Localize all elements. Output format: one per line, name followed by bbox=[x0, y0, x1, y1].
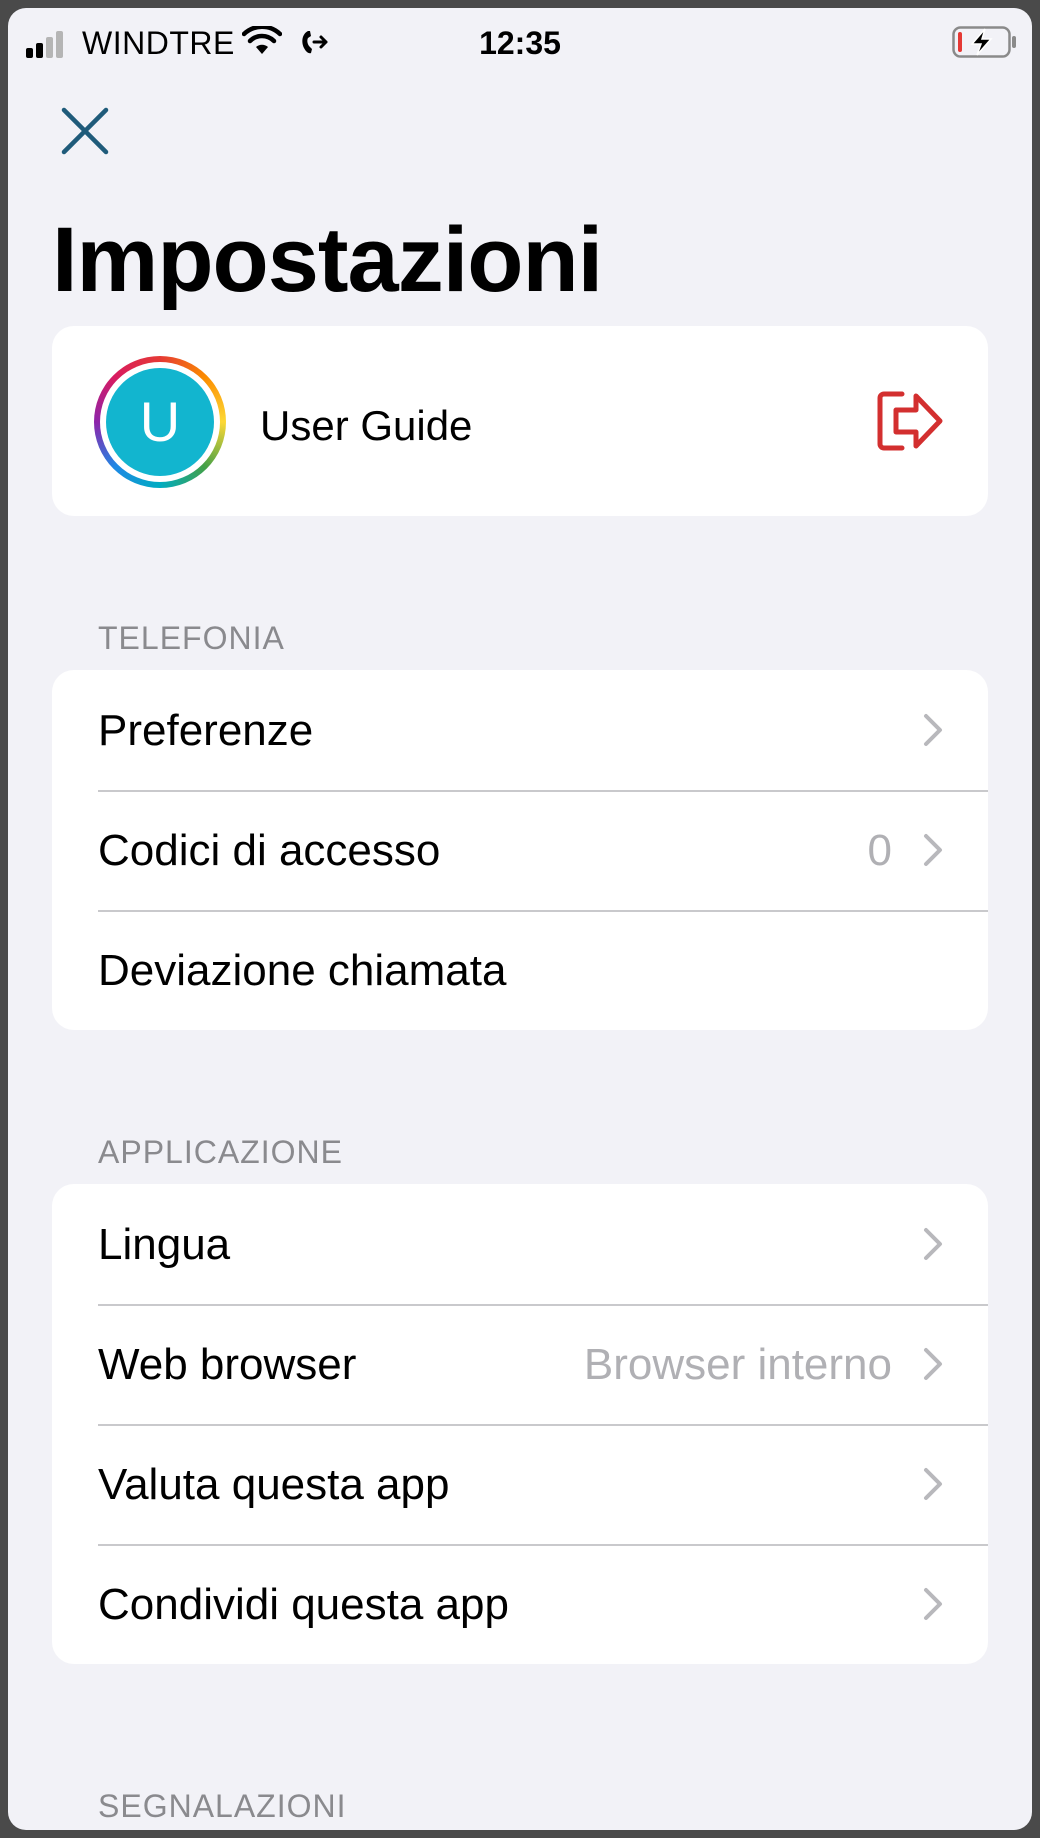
list-item-lingua[interactable]: Lingua bbox=[52, 1184, 988, 1304]
row-label: Deviazione chiamata bbox=[98, 946, 507, 995]
chevron-right-icon bbox=[924, 834, 942, 866]
avatar: U bbox=[94, 356, 226, 488]
status-time: 12:35 bbox=[479, 25, 561, 61]
list-item-codici-di-accesso[interactable]: Codici di accesso 0 bbox=[52, 790, 988, 910]
list-item-web-browser[interactable]: Web browser Browser interno bbox=[52, 1304, 988, 1424]
close-icon bbox=[61, 107, 109, 155]
list-item-valuta-questa-app[interactable]: Valuta questa app bbox=[52, 1424, 988, 1544]
section-header-segnalazioni: SEGNALAZIONI bbox=[98, 1788, 347, 1824]
page-title: Impostazioni bbox=[52, 209, 603, 311]
section-header-telefonia: TELEFONIA bbox=[98, 620, 285, 656]
avatar-initial: U bbox=[106, 368, 214, 476]
settings-screen: WINDTRE 12:35 Impostazioni U User Guide … bbox=[8, 8, 1032, 1830]
battery-charging-low-icon bbox=[952, 26, 1016, 58]
list-item-deviazione-chiamata[interactable]: Deviazione chiamata bbox=[52, 910, 988, 1030]
chevron-right-icon bbox=[924, 1228, 942, 1260]
list-item-condividi-questa-app[interactable]: Condividi questa app bbox=[52, 1544, 988, 1664]
row-label: Valuta questa app bbox=[98, 1460, 450, 1509]
section-header-applicazione: APPLICAZIONE bbox=[98, 1134, 343, 1170]
row-value: 0 bbox=[867, 826, 892, 875]
row-label: Web browser bbox=[98, 1340, 357, 1389]
close-button[interactable] bbox=[56, 102, 114, 160]
row-value: Browser interno bbox=[583, 1340, 892, 1389]
chevron-right-icon bbox=[924, 1468, 942, 1500]
profile-name: User Guide bbox=[260, 402, 473, 449]
list-item-preferenze[interactable]: Preferenze bbox=[52, 670, 988, 790]
logout-button[interactable] bbox=[876, 388, 946, 454]
row-label: Codici di accesso bbox=[98, 826, 441, 875]
chevron-right-icon bbox=[924, 714, 942, 746]
telefonia-card: Preferenze Codici di accesso 0 Deviazion… bbox=[52, 670, 988, 1030]
applicazione-card: Lingua Web browser Browser interno Valut… bbox=[52, 1184, 988, 1664]
profile-card[interactable]: U User Guide bbox=[52, 326, 988, 516]
chevron-right-icon bbox=[924, 1588, 942, 1620]
row-label: Preferenze bbox=[98, 706, 314, 755]
logout-icon bbox=[877, 391, 943, 451]
status-bar: WINDTRE 12:35 bbox=[8, 8, 1032, 68]
chevron-right-icon bbox=[924, 1348, 942, 1380]
row-label: Condividi questa app bbox=[98, 1580, 509, 1629]
row-label: Lingua bbox=[98, 1220, 231, 1269]
